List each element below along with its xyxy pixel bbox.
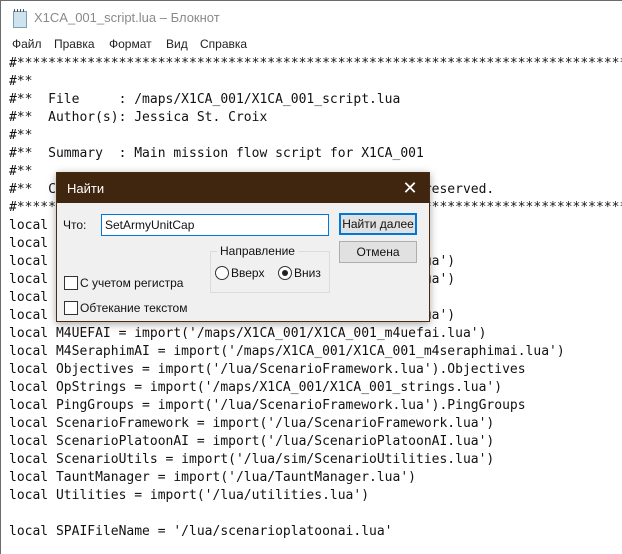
text-line: local Objectives = import('/lua/Scenario… — [9, 362, 526, 377]
text-line: local Utilities = import('/lua/utilities… — [9, 488, 370, 503]
match-case-checkbox[interactable] — [64, 276, 78, 290]
direction-down-label[interactable]: Вниз — [294, 266, 321, 280]
menu-view[interactable]: Вид — [166, 37, 188, 51]
find-what-label: Что: — [63, 218, 87, 232]
title-bar: X1CA_001_script.lua – Блокнот — [1, 1, 622, 34]
match-case-label[interactable]: С учетом регистра — [80, 276, 183, 290]
find-dialog: Найти ✕ Что: SetArmyUnitCap Найти далее … — [56, 172, 430, 322]
text-line: #***************************************… — [9, 56, 622, 71]
text-line: local M4UEFAI = import('/maps/X1CA_001/X… — [9, 326, 487, 341]
menu-file[interactable]: Файл — [12, 37, 42, 51]
dialog-title-bar[interactable]: Найти ✕ — [57, 173, 429, 203]
dialog-title: Найти — [67, 181, 105, 196]
wrap-around-checkbox[interactable] — [64, 301, 78, 315]
text-line: #** File : /maps/X1CA_001/X1CA_001_scrip… — [9, 92, 401, 107]
text-line: local SPAIFileName = '/lua/scenarioplato… — [9, 524, 393, 539]
wrap-around-label[interactable]: Обтекание текстом — [80, 301, 187, 315]
text-line: local M4SeraphimAI = import('/maps/X1CA_… — [9, 344, 565, 359]
menu-bar: Файл Правка Формат Вид Справка — [1, 34, 622, 54]
window-title: X1CA_001_script.lua – Блокнот — [34, 10, 220, 25]
text-line: local ScenarioPlatoonAI = import('/lua/S… — [9, 434, 495, 449]
close-icon[interactable]: ✕ — [391, 173, 429, 203]
notepad-icon — [13, 9, 27, 28]
text-line: #** — [9, 128, 33, 143]
menu-help[interactable]: Справка — [200, 37, 247, 51]
text-line — [9, 505, 622, 523]
find-what-input[interactable]: SetArmyUnitCap — [101, 214, 329, 236]
direction-down-radio[interactable] — [278, 266, 292, 280]
direction-up-label[interactable]: Вверх — [231, 266, 264, 280]
text-line: local TauntManager = import('/lua/TauntM… — [9, 470, 416, 485]
text-line: local OpStrings = import('/maps/X1CA_001… — [9, 380, 503, 395]
menu-format[interactable]: Формат — [109, 37, 152, 51]
text-line: #** — [9, 74, 33, 89]
cancel-button[interactable]: Отмена — [339, 241, 417, 263]
menu-edit[interactable]: Правка — [54, 37, 95, 51]
find-next-button[interactable]: Найти далее — [339, 213, 417, 235]
text-line: local ScenarioUtils = import('/lua/sim/S… — [9, 452, 495, 467]
text-line: #** Summary : Main mission flow script f… — [9, 146, 424, 161]
direction-up-radio[interactable] — [215, 266, 229, 280]
text-line: local PingGroups = import('/lua/Scenario… — [9, 398, 526, 413]
text-line: #** Author(s): Jessica St. Croix — [9, 110, 268, 125]
text-line: local ScenarioFramework = import('/lua/S… — [9, 416, 495, 431]
direction-label: Направление — [217, 244, 298, 258]
direction-group: Направление Вверх Вниз — [210, 244, 330, 293]
